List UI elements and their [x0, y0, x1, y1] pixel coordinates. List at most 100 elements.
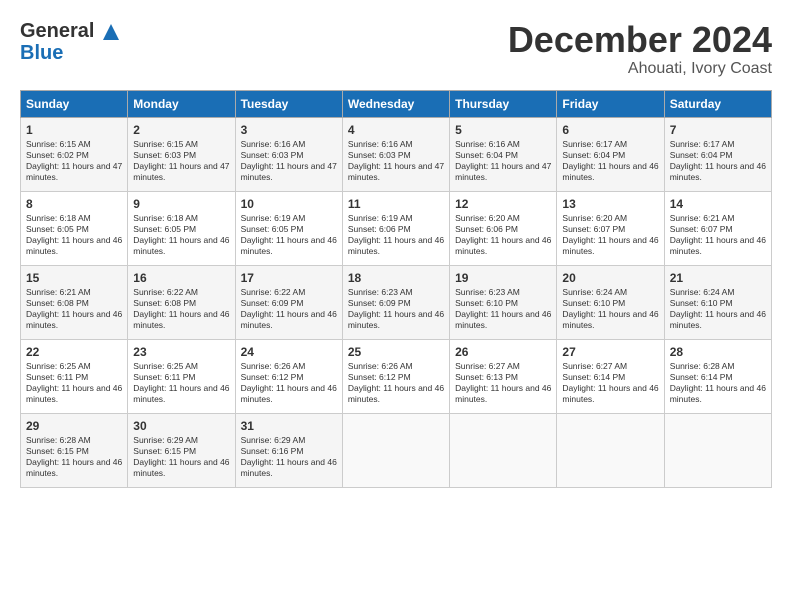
day-number: 31 — [241, 418, 337, 434]
day-number: 22 — [26, 344, 122, 360]
day-info: Sunrise: 6:17 AMSunset: 6:04 PMDaylight:… — [562, 139, 658, 183]
day-info: Sunrise: 6:15 AMSunset: 6:02 PMDaylight:… — [26, 139, 122, 183]
day-info: Sunrise: 6:21 AMSunset: 6:07 PMDaylight:… — [670, 213, 766, 257]
calendar-cell: 26Sunrise: 6:27 AMSunset: 6:13 PMDayligh… — [450, 339, 557, 413]
day-info: Sunrise: 6:19 AMSunset: 6:05 PMDaylight:… — [241, 213, 337, 257]
calendar-cell: 8Sunrise: 6:18 AMSunset: 6:05 PMDaylight… — [21, 191, 128, 265]
logo-blue: Blue — [20, 42, 121, 64]
calendar-cell: 31Sunrise: 6:29 AMSunset: 6:16 PMDayligh… — [235, 413, 342, 487]
day-info: Sunrise: 6:20 AMSunset: 6:07 PMDaylight:… — [562, 213, 658, 257]
day-info: Sunrise: 6:27 AMSunset: 6:13 PMDaylight:… — [455, 361, 551, 405]
calendar-week-5: 29Sunrise: 6:28 AMSunset: 6:15 PMDayligh… — [21, 413, 772, 487]
day-number: 9 — [133, 196, 229, 212]
logo-general: General — [20, 20, 94, 42]
day-info: Sunrise: 6:17 AMSunset: 6:04 PMDaylight:… — [670, 139, 766, 183]
day-number: 4 — [348, 122, 444, 138]
calendar-week-2: 8Sunrise: 6:18 AMSunset: 6:05 PMDaylight… — [21, 191, 772, 265]
title-block: December 2024 Ahouati, Ivory Coast — [508, 20, 772, 78]
day-number: 3 — [241, 122, 337, 138]
calendar-table: SundayMondayTuesdayWednesdayThursdayFrid… — [20, 90, 772, 488]
day-info: Sunrise: 6:20 AMSunset: 6:06 PMDaylight:… — [455, 213, 551, 257]
day-number: 27 — [562, 344, 658, 360]
day-number: 26 — [455, 344, 551, 360]
day-number: 10 — [241, 196, 337, 212]
calendar-cell: 13Sunrise: 6:20 AMSunset: 6:07 PMDayligh… — [557, 191, 664, 265]
day-info: Sunrise: 6:25 AMSunset: 6:11 PMDaylight:… — [26, 361, 122, 405]
calendar-cell: 3Sunrise: 6:16 AMSunset: 6:03 PMDaylight… — [235, 117, 342, 191]
calendar-cell: 21Sunrise: 6:24 AMSunset: 6:10 PMDayligh… — [664, 265, 771, 339]
day-info: Sunrise: 6:18 AMSunset: 6:05 PMDaylight:… — [133, 213, 229, 257]
calendar-cell: 16Sunrise: 6:22 AMSunset: 6:08 PMDayligh… — [128, 265, 235, 339]
calendar-cell: 18Sunrise: 6:23 AMSunset: 6:09 PMDayligh… — [342, 265, 449, 339]
calendar-cell: 24Sunrise: 6:26 AMSunset: 6:12 PMDayligh… — [235, 339, 342, 413]
day-info: Sunrise: 6:19 AMSunset: 6:06 PMDaylight:… — [348, 213, 444, 257]
day-info: Sunrise: 6:26 AMSunset: 6:12 PMDaylight:… — [241, 361, 337, 405]
day-number: 13 — [562, 196, 658, 212]
day-number: 1 — [26, 122, 122, 138]
day-info: Sunrise: 6:28 AMSunset: 6:15 PMDaylight:… — [26, 435, 122, 479]
calendar-cell: 11Sunrise: 6:19 AMSunset: 6:06 PMDayligh… — [342, 191, 449, 265]
day-info: Sunrise: 6:28 AMSunset: 6:14 PMDaylight:… — [670, 361, 766, 405]
day-info: Sunrise: 6:21 AMSunset: 6:08 PMDaylight:… — [26, 287, 122, 331]
day-number: 14 — [670, 196, 766, 212]
day-info: Sunrise: 6:23 AMSunset: 6:10 PMDaylight:… — [455, 287, 551, 331]
day-number: 12 — [455, 196, 551, 212]
calendar-week-1: 1Sunrise: 6:15 AMSunset: 6:02 PMDaylight… — [21, 117, 772, 191]
day-info: Sunrise: 6:23 AMSunset: 6:09 PMDaylight:… — [348, 287, 444, 331]
day-number: 23 — [133, 344, 229, 360]
calendar-cell: 27Sunrise: 6:27 AMSunset: 6:14 PMDayligh… — [557, 339, 664, 413]
day-number: 15 — [26, 270, 122, 286]
day-info: Sunrise: 6:22 AMSunset: 6:09 PMDaylight:… — [241, 287, 337, 331]
calendar-cell — [557, 413, 664, 487]
calendar-cell: 2Sunrise: 6:15 AMSunset: 6:03 PMDaylight… — [128, 117, 235, 191]
day-info: Sunrise: 6:24 AMSunset: 6:10 PMDaylight:… — [562, 287, 658, 331]
day-info: Sunrise: 6:27 AMSunset: 6:14 PMDaylight:… — [562, 361, 658, 405]
day-number: 25 — [348, 344, 444, 360]
col-header-wednesday: Wednesday — [342, 90, 449, 117]
col-header-saturday: Saturday — [664, 90, 771, 117]
calendar-cell: 30Sunrise: 6:29 AMSunset: 6:15 PMDayligh… — [128, 413, 235, 487]
day-info: Sunrise: 6:15 AMSunset: 6:03 PMDaylight:… — [133, 139, 229, 183]
day-number: 20 — [562, 270, 658, 286]
col-header-monday: Monday — [128, 90, 235, 117]
day-info: Sunrise: 6:25 AMSunset: 6:11 PMDaylight:… — [133, 361, 229, 405]
day-info: Sunrise: 6:16 AMSunset: 6:03 PMDaylight:… — [348, 139, 444, 183]
day-number: 11 — [348, 196, 444, 212]
col-header-tuesday: Tuesday — [235, 90, 342, 117]
calendar-cell — [664, 413, 771, 487]
calendar-cell: 7Sunrise: 6:17 AMSunset: 6:04 PMDaylight… — [664, 117, 771, 191]
calendar-cell: 6Sunrise: 6:17 AMSunset: 6:04 PMDaylight… — [557, 117, 664, 191]
day-number: 29 — [26, 418, 122, 434]
day-number: 8 — [26, 196, 122, 212]
day-info: Sunrise: 6:26 AMSunset: 6:12 PMDaylight:… — [348, 361, 444, 405]
calendar-cell: 12Sunrise: 6:20 AMSunset: 6:06 PMDayligh… — [450, 191, 557, 265]
col-header-thursday: Thursday — [450, 90, 557, 117]
calendar-cell: 22Sunrise: 6:25 AMSunset: 6:11 PMDayligh… — [21, 339, 128, 413]
calendar-cell: 9Sunrise: 6:18 AMSunset: 6:05 PMDaylight… — [128, 191, 235, 265]
calendar-week-4: 22Sunrise: 6:25 AMSunset: 6:11 PMDayligh… — [21, 339, 772, 413]
day-number: 17 — [241, 270, 337, 286]
day-number: 5 — [455, 122, 551, 138]
day-number: 2 — [133, 122, 229, 138]
calendar-cell: 1Sunrise: 6:15 AMSunset: 6:02 PMDaylight… — [21, 117, 128, 191]
calendar-cell: 29Sunrise: 6:28 AMSunset: 6:15 PMDayligh… — [21, 413, 128, 487]
day-number: 21 — [670, 270, 766, 286]
calendar-cell: 15Sunrise: 6:21 AMSunset: 6:08 PMDayligh… — [21, 265, 128, 339]
calendar-cell: 17Sunrise: 6:22 AMSunset: 6:09 PMDayligh… — [235, 265, 342, 339]
day-info: Sunrise: 6:22 AMSunset: 6:08 PMDaylight:… — [133, 287, 229, 331]
calendar-cell — [342, 413, 449, 487]
day-info: Sunrise: 6:29 AMSunset: 6:15 PMDaylight:… — [133, 435, 229, 479]
day-number: 19 — [455, 270, 551, 286]
calendar-cell: 23Sunrise: 6:25 AMSunset: 6:11 PMDayligh… — [128, 339, 235, 413]
calendar-week-3: 15Sunrise: 6:21 AMSunset: 6:08 PMDayligh… — [21, 265, 772, 339]
calendar-cell — [450, 413, 557, 487]
day-number: 18 — [348, 270, 444, 286]
day-info: Sunrise: 6:18 AMSunset: 6:05 PMDaylight:… — [26, 213, 122, 257]
day-info: Sunrise: 6:29 AMSunset: 6:16 PMDaylight:… — [241, 435, 337, 479]
day-number: 30 — [133, 418, 229, 434]
calendar-cell: 14Sunrise: 6:21 AMSunset: 6:07 PMDayligh… — [664, 191, 771, 265]
col-header-friday: Friday — [557, 90, 664, 117]
page-header: General Blue December 2024 Ahouati, Ivor… — [20, 20, 772, 78]
calendar-header-row: SundayMondayTuesdayWednesdayThursdayFrid… — [21, 90, 772, 117]
day-info: Sunrise: 6:16 AMSunset: 6:04 PMDaylight:… — [455, 139, 551, 183]
